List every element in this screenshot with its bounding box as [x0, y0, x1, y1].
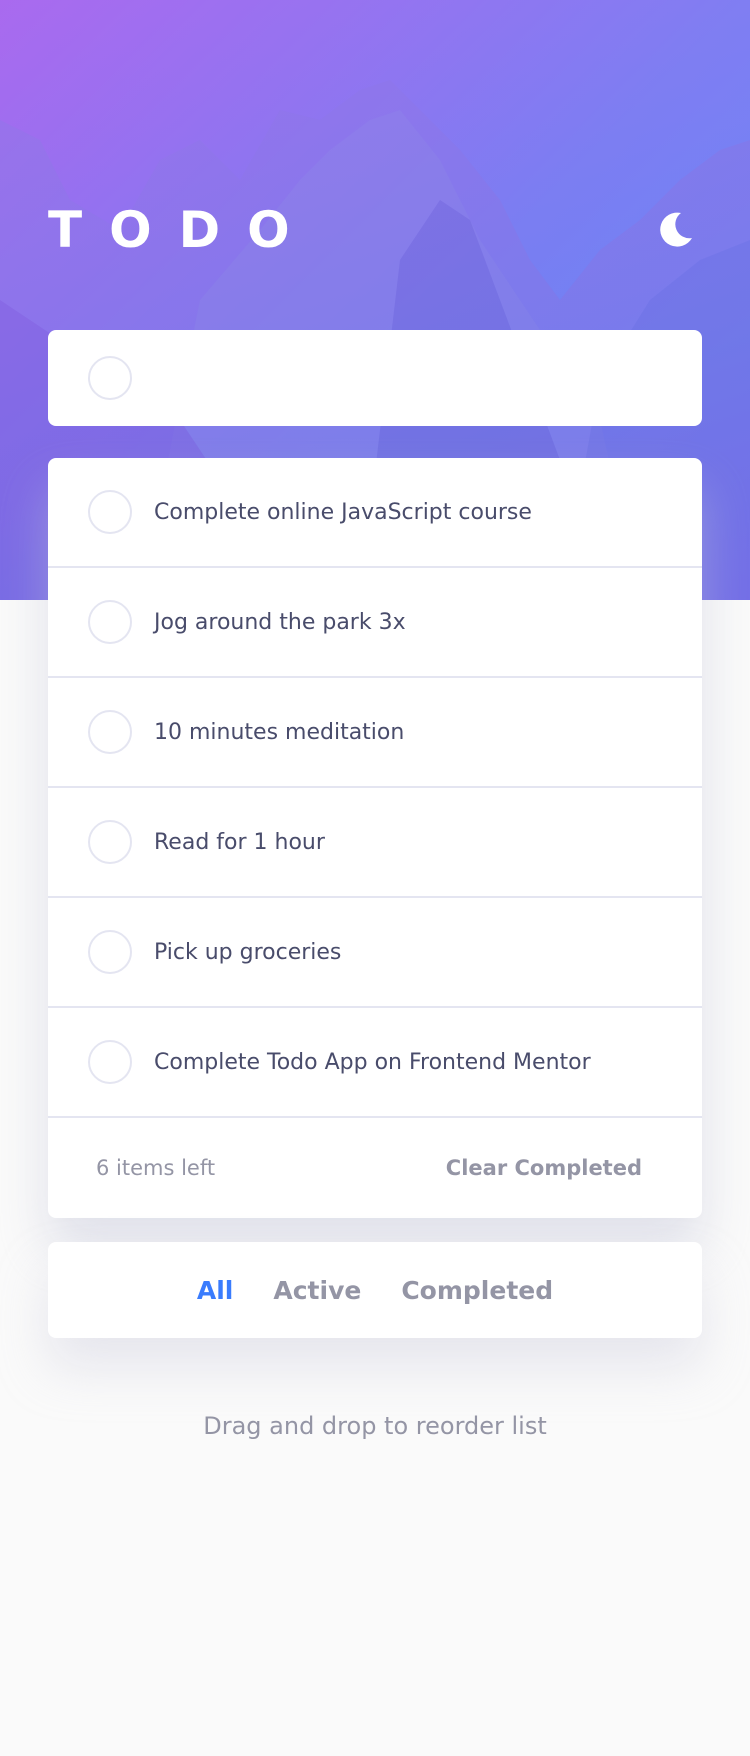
app-logo: TODO [48, 201, 317, 259]
filter-all-button[interactable]: All [197, 1276, 234, 1305]
todo-item[interactable]: Complete Todo App on Frontend Mentor [48, 1008, 702, 1118]
todo-list: Complete online JavaScript course Jog ar… [48, 458, 702, 1218]
todo-item[interactable]: Jog around the park 3x [48, 568, 702, 678]
new-todo-input[interactable] [154, 348, 702, 408]
todo-item[interactable]: Complete online JavaScript course [48, 458, 702, 568]
list-footer: 6 items left Clear Completed [48, 1118, 702, 1218]
filter-active-button[interactable]: Active [273, 1276, 361, 1305]
todo-text: Complete online JavaScript course [154, 499, 532, 525]
todo-checkbox[interactable] [88, 1040, 132, 1084]
items-left-count: 6 items left [96, 1156, 216, 1180]
todo-checkbox[interactable] [88, 820, 132, 864]
todo-text: Read for 1 hour [154, 829, 325, 855]
moon-icon [660, 212, 692, 247]
todo-text: 10 minutes meditation [154, 719, 405, 745]
clear-completed-button[interactable]: Clear Completed [446, 1156, 642, 1180]
app-header: TODO [48, 200, 702, 260]
filter-completed-button[interactable]: Completed [401, 1276, 553, 1305]
filter-bar: All Active Completed [48, 1242, 702, 1338]
theme-toggle-button[interactable] [652, 207, 698, 253]
todo-item[interactable]: Read for 1 hour [48, 788, 702, 898]
todo-text: Complete Todo App on Frontend Mentor [154, 1049, 591, 1075]
todo-checkbox[interactable] [88, 600, 132, 644]
todo-text: Pick up groceries [154, 939, 342, 965]
todo-text: Jog around the park 3x [154, 609, 406, 635]
todo-item[interactable]: Pick up groceries [48, 898, 702, 1008]
new-todo-bar [48, 330, 702, 426]
todo-checkbox[interactable] [88, 490, 132, 534]
todo-checkbox[interactable] [88, 930, 132, 974]
todo-item[interactable]: 10 minutes meditation [48, 678, 702, 788]
new-todo-checkbox[interactable] [88, 356, 132, 400]
todo-checkbox[interactable] [88, 710, 132, 754]
drag-drop-hint: Drag and drop to reorder list [203, 1412, 547, 1440]
todo-app-page: TODO Complete online JavaScript course J… [0, 0, 750, 1756]
